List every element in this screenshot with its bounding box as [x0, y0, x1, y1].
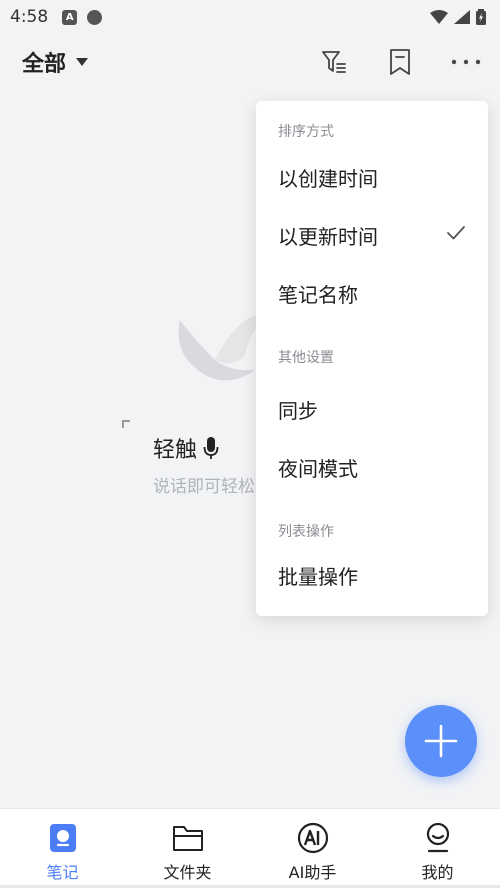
- caret-down-icon[interactable]: [76, 58, 89, 66]
- nav-item-folder[interactable]: 文件夹: [125, 809, 250, 888]
- menu-section-other: 其他设置: [278, 350, 334, 366]
- app-notification-icon: A: [62, 9, 78, 25]
- menu-item-batch-operation[interactable]: 批量操作: [278, 561, 358, 590]
- empty-state-title-text: 轻触: [153, 438, 198, 463]
- status-indicators: [430, 9, 486, 25]
- microphone-icon: [203, 437, 219, 459]
- status-time: 4:58: [10, 7, 49, 27]
- header: 全部: [0, 34, 500, 90]
- filter-icon[interactable]: [318, 46, 350, 78]
- notes-icon: [46, 821, 80, 855]
- corner-bracket: [122, 420, 130, 428]
- empty-state-subtitle: 说话即可轻松: [153, 477, 255, 497]
- wifi-icon: [430, 10, 448, 24]
- bookmark-icon[interactable]: [384, 46, 416, 78]
- nav-label-profile: 我的: [421, 863, 454, 882]
- profile-icon: [421, 821, 455, 855]
- status-bar: 4:58 A: [0, 0, 500, 34]
- nav-item-notes[interactable]: 笔记: [0, 809, 125, 888]
- plus-icon: [424, 724, 458, 758]
- nav-label-folder: 文件夹: [163, 863, 212, 882]
- bottom-nav: 笔记 文件夹 AI助手 我的: [0, 808, 500, 888]
- menu-section-list: 列表操作: [278, 524, 334, 540]
- menu-item-night-mode[interactable]: 夜间模式: [278, 453, 358, 482]
- menu-section-sort: 排序方式: [278, 124, 334, 140]
- empty-illustration-icon: [178, 314, 268, 381]
- ai-assistant-icon: [296, 821, 330, 855]
- nav-label-notes: 笔记: [46, 863, 79, 882]
- check-icon: [447, 226, 465, 240]
- nav-item-profile[interactable]: 我的: [375, 809, 500, 888]
- menu-item-sort-updated[interactable]: 以更新时间: [278, 221, 378, 250]
- header-actions: [318, 46, 482, 78]
- bot-notification-icon: [87, 9, 103, 25]
- more-options-icon[interactable]: [450, 46, 482, 78]
- filter-dropdown-label[interactable]: 全部: [22, 46, 66, 78]
- notification-icons: A: [62, 9, 103, 25]
- empty-state-title: 轻触: [153, 432, 219, 464]
- menu-item-sort-name[interactable]: 笔记名称: [278, 279, 358, 308]
- folder-icon: [171, 821, 205, 855]
- signal-icon: [454, 10, 470, 24]
- add-note-button[interactable]: [405, 705, 477, 777]
- nav-label-ai-assistant: AI助手: [288, 863, 337, 882]
- menu-item-sort-created[interactable]: 以创建时间: [278, 163, 378, 192]
- menu-item-sync[interactable]: 同步: [278, 395, 318, 424]
- battery-icon: [476, 9, 486, 25]
- options-menu: 排序方式 以创建时间 以更新时间 笔记名称 其他设置 同步 夜间模式 列表操作 …: [256, 101, 488, 616]
- nav-item-ai-assistant[interactable]: AI助手: [250, 809, 375, 888]
